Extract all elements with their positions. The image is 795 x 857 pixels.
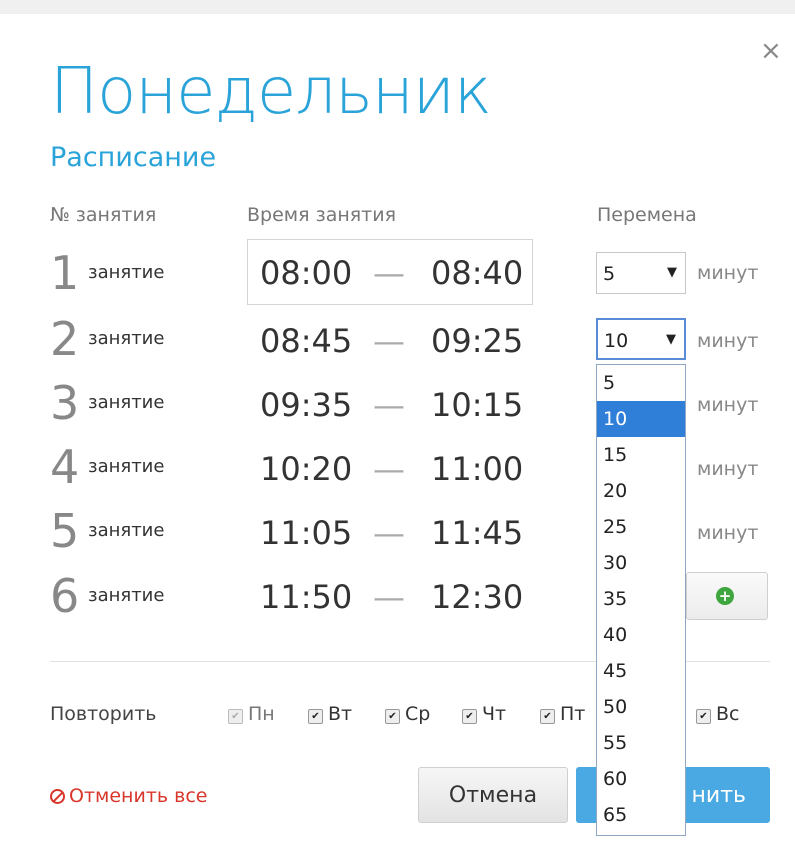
cancel-all-label: Отменить все [69,785,208,807]
break-select-value: 5 [603,263,616,285]
lesson-label: занятие [88,392,165,413]
day-checkbox-sun[interactable]: ✔ Вс [696,702,739,726]
checkbox-check-icon: ✔ [696,709,711,724]
day-label: Чт [482,703,507,725]
lesson-number: 3 [50,376,80,430]
time-dash: — [373,386,405,424]
day-label: Пт [560,703,586,725]
close-icon[interactable]: × [760,38,782,64]
chevron-down-icon: ▼ [667,265,677,280]
minutes-label: минут [697,330,759,352]
lesson-label: занятие [88,456,165,477]
day-label: Ср [405,703,431,725]
minutes-label: минут [697,262,759,284]
checkbox-check-icon: ✔ [462,709,477,724]
header-break: Перемена [597,204,697,226]
plus-icon: + [716,587,734,605]
lesson-3-start-time[interactable]: 09:35 [260,380,352,430]
dropdown-option[interactable]: 45 [597,653,685,689]
lesson-5-end-time[interactable]: 11:45 [431,508,523,558]
day-label: Вс [716,703,740,725]
dropdown-option[interactable]: 65 [597,797,685,833]
lesson-5-start-time[interactable]: 11:05 [260,508,352,558]
lesson-label: занятие [88,262,165,283]
lesson-4-end-time[interactable]: 11:00 [431,444,523,494]
minutes-label: минут [697,458,759,480]
dropdown-option[interactable]: 5 [597,365,685,401]
day-checkbox-wed[interactable]: ✔ Ср [385,702,430,726]
dropdown-option[interactable]: 30 [597,545,685,581]
cancel-all-link[interactable]: Отменить все [50,783,207,809]
break-select-2[interactable]: 10 ▼ [596,318,686,360]
time-dash: — [373,322,405,360]
minutes-label: минут [697,522,759,544]
dialog-title: Понедельник [50,55,492,129]
time-dash: — [373,450,405,488]
top-background-band [0,0,795,14]
lesson-label: занятие [88,328,165,349]
day-checkbox-tue[interactable]: ✔ Вт [308,702,352,726]
lesson-2-end-time[interactable]: 09:25 [431,316,523,366]
minutes-label: минут [697,394,759,416]
checkbox-check-icon: ✔ [540,709,555,724]
lesson-4-start-time[interactable]: 10:20 [260,444,352,494]
lesson-3-end-time[interactable]: 10:15 [431,380,523,430]
day-label: Вт [328,703,353,725]
lesson-1-start-time[interactable]: 08:00 [260,248,352,298]
time-dash: — [373,514,405,552]
dropdown-option-selected[interactable]: 10 [597,401,685,437]
lesson-1-end-time[interactable]: 08:40 [431,248,523,298]
lesson-number: 6 [50,569,80,623]
cancel-button[interactable]: Отмена [418,767,568,823]
chevron-down-icon: ▼ [666,332,676,347]
day-checkbox-mon: ✔ Пн [228,702,275,726]
dropdown-option[interactable]: 20 [597,473,685,509]
checkbox-check-icon: ✔ [385,709,400,724]
dropdown-option[interactable]: 55 [597,725,685,761]
dropdown-option[interactable]: 25 [597,509,685,545]
break-dropdown-list[interactable]: 5 10 15 20 25 30 35 40 45 50 55 60 65 [596,364,686,836]
checkbox-check-icon: ✔ [308,709,323,724]
break-select-value: 10 [604,330,629,352]
header-lesson-time: Время занятия [247,204,397,226]
dropdown-option[interactable]: 60 [597,761,685,797]
lesson-6-start-time[interactable]: 11:50 [260,572,352,622]
dropdown-option[interactable]: 40 [597,617,685,653]
dialog-subtitle: Расписание [50,142,217,173]
lesson-number: 2 [50,312,80,366]
day-checkbox-thu[interactable]: ✔ Чт [462,702,506,726]
time-dash: — [373,254,405,292]
lesson-number: 1 [50,246,80,300]
lesson-2-start-time[interactable]: 08:45 [260,316,352,366]
lesson-6-end-time[interactable]: 12:30 [431,572,523,622]
lesson-number: 4 [50,440,80,494]
checkbox-check-icon: ✔ [228,709,243,724]
day-label: Пн [248,703,275,725]
lesson-label: занятие [88,520,165,541]
header-lesson-number: № занятия [50,204,157,226]
dropdown-option[interactable]: 50 [597,689,685,725]
time-dash: — [373,578,405,616]
day-checkbox-fri[interactable]: ✔ Пт [540,702,585,726]
lesson-label: занятие [88,585,165,606]
cancel-circle-icon [50,789,65,804]
dropdown-option[interactable]: 35 [597,581,685,617]
break-select-1[interactable]: 5 ▼ [596,252,686,294]
add-lesson-button[interactable]: + [686,572,768,620]
repeat-label: Повторить [50,703,157,725]
dropdown-option[interactable]: 15 [597,437,685,473]
lesson-number: 5 [50,504,80,558]
